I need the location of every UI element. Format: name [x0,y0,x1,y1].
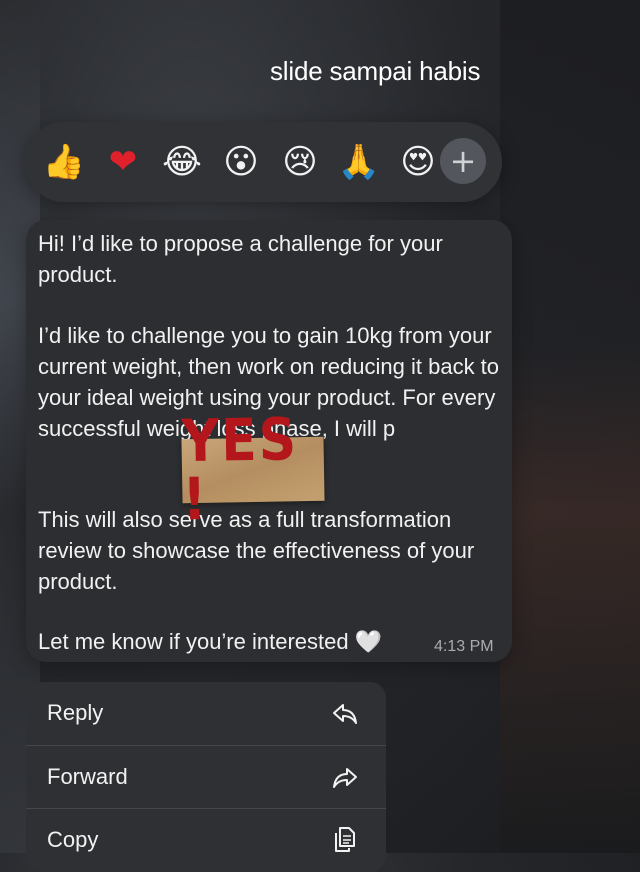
copy-label: Copy [47,827,99,852]
background-blur-right [500,0,640,853]
message-closing-text: Let me know if you’re interested [38,629,349,654]
yes-sticker: YES ! [181,406,325,534]
context-menu: Reply Forward Copy [26,682,386,872]
reply-label: Reply [47,700,104,725]
forward-label: Forward [47,764,128,789]
heart-eyes-reaction[interactable]: 😍 [398,142,438,182]
reply-menu-item[interactable]: Reply [26,682,386,744]
forward-menu-item[interactable]: Forward [26,745,386,808]
praying-hands-reaction[interactable]: 🙏 [338,142,380,182]
copy-menu-item[interactable]: Copy [26,808,386,871]
overlay-caption: slide sampai habis [270,56,481,86]
more-reactions-button[interactable]: + [440,138,486,184]
crying-reaction[interactable]: 😢 [280,142,320,182]
copy-icon [335,827,355,852]
sticker-text: YES ! [180,406,299,534]
reply-arrow-icon [333,704,357,724]
forward-arrow-icon [333,768,357,788]
red-heart-reaction[interactable]: ❤ [103,142,143,182]
white-heart-icon: 🤍 [354,630,383,655]
reaction-bar: 👍 ❤ 😂 😮 😢 🙏 😍 [24,122,502,202]
plus-icon: + [449,142,477,180]
thumbs-up-reaction[interactable]: 👍 [43,142,85,182]
surprised-reaction[interactable]: 😮 [221,142,261,182]
message-paragraph-1: Hi! I’d like to propose a challenge for … [38,231,443,287]
message-timestamp: 4:13 PM [434,638,494,655]
tears-of-joy-reaction[interactable]: 😂 [162,142,202,182]
